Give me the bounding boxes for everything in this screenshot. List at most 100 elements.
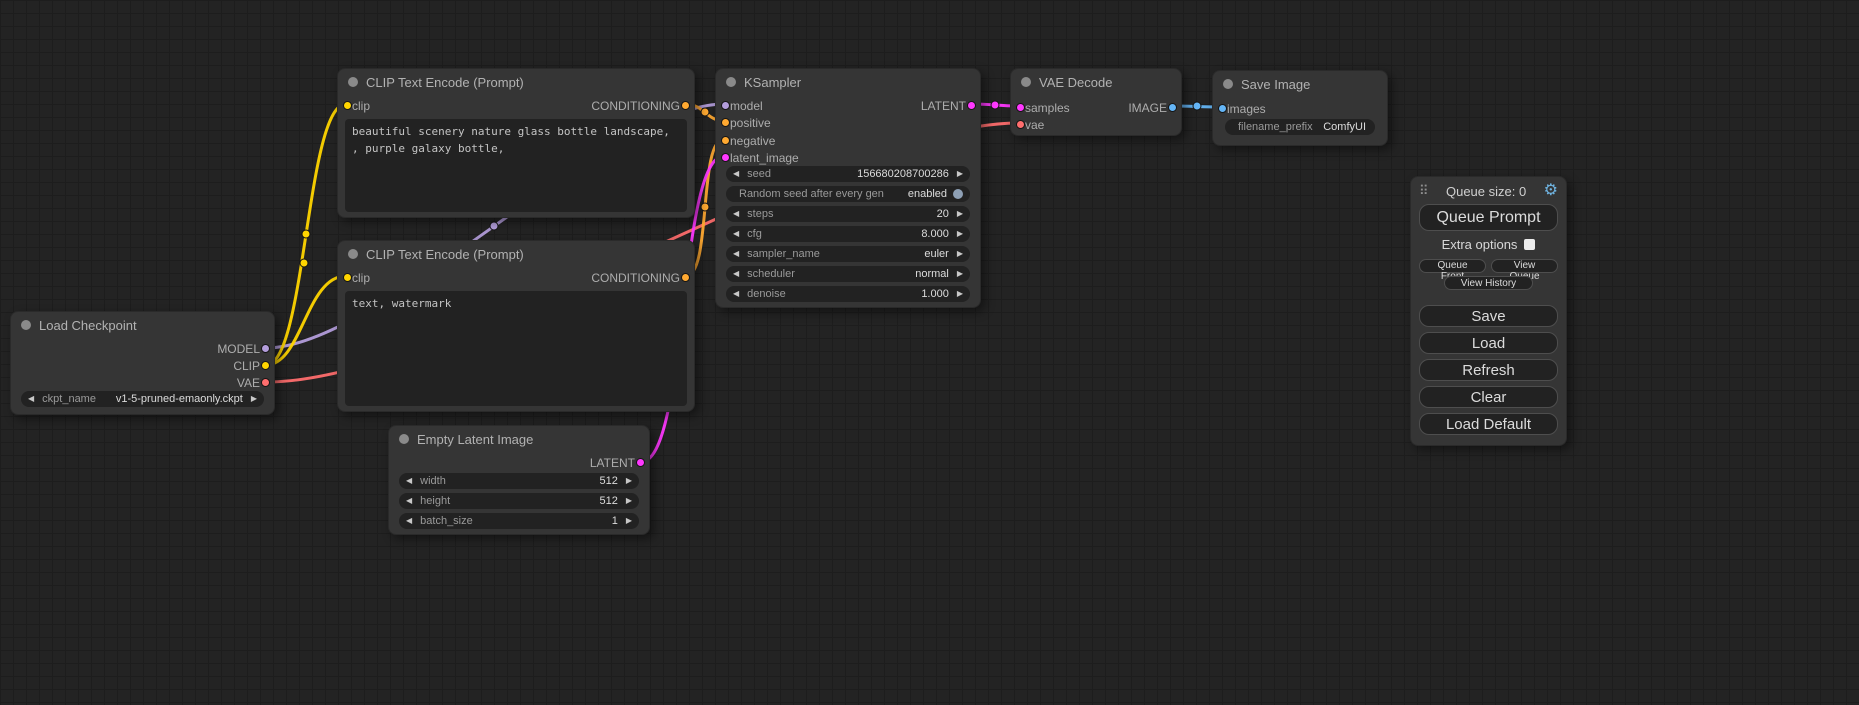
- slot-label: clip: [352, 99, 370, 113]
- decrement-arrow-icon[interactable]: ◀: [406, 477, 412, 485]
- port-clip-input[interactable]: [343, 273, 352, 282]
- increment-arrow-icon[interactable]: ▶: [957, 210, 963, 218]
- port-conditioning-output[interactable]: [681, 273, 690, 282]
- drag-handle-icon[interactable]: ⠿: [1419, 183, 1429, 199]
- collapse-dot-icon[interactable]: [348, 77, 358, 87]
- increment-arrow-icon[interactable]: ▶: [626, 517, 632, 525]
- collapse-dot-icon[interactable]: [348, 249, 358, 259]
- decrement-arrow-icon[interactable]: ◀: [406, 517, 412, 525]
- slot-label: negative: [730, 134, 775, 148]
- decrement-arrow-icon[interactable]: ◀: [733, 210, 739, 218]
- slot-label: CLIP: [233, 359, 260, 373]
- port-latent-output[interactable]: [636, 458, 645, 467]
- slot-label: clip: [352, 271, 370, 285]
- port-negative-input[interactable]: [721, 136, 730, 145]
- node-clip-text-encode-negative[interactable]: CLIP Text Encode (Prompt) clip CONDITION…: [337, 240, 695, 412]
- increment-arrow-icon[interactable]: ▶: [957, 170, 963, 178]
- spacer: [1419, 290, 1558, 300]
- widget-random-seed-toggle[interactable]: Random seed after every gen enabled: [726, 186, 970, 202]
- port-image-output[interactable]: [1168, 103, 1177, 112]
- widget-width[interactable]: ◀ width 512 ▶: [399, 473, 639, 489]
- output-slot-clip: CLIP: [11, 357, 274, 374]
- node-title-bar[interactable]: Load Checkpoint: [11, 312, 274, 338]
- save-button[interactable]: Save: [1419, 305, 1558, 327]
- collapse-dot-icon[interactable]: [726, 77, 736, 87]
- port-images-input[interactable]: [1218, 104, 1227, 113]
- increment-arrow-icon[interactable]: ▶: [626, 477, 632, 485]
- settings-gear-icon[interactable]: ⚙: [1544, 183, 1558, 199]
- node-title-bar[interactable]: CLIP Text Encode (Prompt): [338, 69, 694, 95]
- port-positive-input[interactable]: [721, 118, 730, 127]
- port-latent-output[interactable]: [967, 101, 976, 110]
- link-midpoint-dot: [991, 101, 999, 109]
- widget-denoise[interactable]: ◀ denoise 1.000 ▶: [726, 286, 970, 302]
- decrement-arrow-icon[interactable]: ◀: [733, 230, 739, 238]
- view-queue-button[interactable]: View Queue: [1491, 259, 1558, 273]
- widget-steps[interactable]: ◀ steps 20 ▶: [726, 206, 970, 222]
- node-title-bar[interactable]: Empty Latent Image: [389, 426, 649, 452]
- decrement-arrow-icon[interactable]: ◀: [733, 170, 739, 178]
- port-vae-output[interactable]: [261, 378, 270, 387]
- port-latent-image-input[interactable]: [721, 153, 730, 162]
- increment-arrow-icon[interactable]: ▶: [957, 290, 963, 298]
- node-load-checkpoint[interactable]: Load Checkpoint MODEL CLIP VAE ◀ ckpt_na…: [10, 311, 275, 415]
- node-empty-latent-image[interactable]: Empty Latent Image LATENT ◀ width 512 ▶ …: [388, 425, 650, 535]
- decrement-arrow-icon[interactable]: ◀: [406, 497, 412, 505]
- view-history-button[interactable]: View History: [1444, 276, 1533, 290]
- queue-panel-header: ⠿ Queue size: 0 ⚙: [1419, 183, 1558, 199]
- port-clip-output[interactable]: [261, 361, 270, 370]
- increment-arrow-icon[interactable]: ▶: [957, 270, 963, 278]
- node-title: CLIP Text Encode (Prompt): [366, 247, 524, 262]
- node-title-bar[interactable]: CLIP Text Encode (Prompt): [338, 241, 694, 267]
- collapse-dot-icon[interactable]: [399, 434, 409, 444]
- collapse-dot-icon[interactable]: [1021, 77, 1031, 87]
- widget-value: 8.000: [921, 228, 949, 240]
- node-clip-text-encode-positive[interactable]: CLIP Text Encode (Prompt) clip CONDITION…: [337, 68, 695, 218]
- port-model-output[interactable]: [261, 344, 270, 353]
- positive-prompt-textarea[interactable]: beautiful scenery nature glass bottle la…: [345, 119, 687, 212]
- negative-prompt-textarea[interactable]: text, watermark: [345, 291, 687, 406]
- node-title-bar[interactable]: VAE Decode: [1011, 69, 1181, 95]
- port-samples-input[interactable]: [1016, 103, 1025, 112]
- input-slot-vae: vae: [1011, 116, 1181, 133]
- load-button[interactable]: Load: [1419, 332, 1558, 354]
- decrement-arrow-icon[interactable]: ◀: [733, 250, 739, 258]
- collapse-dot-icon[interactable]: [1223, 79, 1233, 89]
- port-model-input[interactable]: [721, 101, 730, 110]
- slot-label: latent_image: [730, 151, 799, 165]
- node-vae-decode[interactable]: VAE Decode samples IMAGE vae: [1010, 68, 1182, 136]
- collapse-dot-icon[interactable]: [21, 320, 31, 330]
- increment-arrow-icon[interactable]: ▶: [626, 497, 632, 505]
- load-default-button[interactable]: Load Default: [1419, 413, 1558, 435]
- node-ksampler[interactable]: KSampler model LATENT positive negative …: [715, 68, 981, 308]
- toggle-knob[interactable]: [953, 189, 963, 199]
- clear-button[interactable]: Clear: [1419, 386, 1558, 408]
- decrement-arrow-icon[interactable]: ◀: [733, 290, 739, 298]
- extra-options-checkbox[interactable]: [1524, 239, 1535, 250]
- decrement-arrow-icon[interactable]: ◀: [733, 270, 739, 278]
- port-vae-input[interactable]: [1016, 120, 1025, 129]
- port-conditioning-output[interactable]: [681, 101, 690, 110]
- queue-front-button[interactable]: Queue Front: [1419, 259, 1486, 273]
- link-midpoint-dot: [300, 259, 308, 267]
- node-save-image[interactable]: Save Image images filename_prefix ComfyU…: [1212, 70, 1388, 146]
- node-graph-canvas[interactable]: Load Checkpoint MODEL CLIP VAE ◀ ckpt_na…: [0, 0, 1859, 705]
- widget-ckpt-name[interactable]: ◀ ckpt_name v1-5-pruned-emaonly.ckpt ▶: [21, 391, 264, 407]
- node-title-bar[interactable]: KSampler: [716, 69, 980, 95]
- widget-batch-size[interactable]: ◀ batch_size 1 ▶: [399, 513, 639, 529]
- increment-arrow-icon[interactable]: ▶: [957, 250, 963, 258]
- widget-height[interactable]: ◀ height 512 ▶: [399, 493, 639, 509]
- port-clip-input[interactable]: [343, 101, 352, 110]
- increment-arrow-icon[interactable]: ▶: [957, 230, 963, 238]
- widget-scheduler[interactable]: ◀ scheduler normal ▶: [726, 266, 970, 282]
- widget-cfg[interactable]: ◀ cfg 8.000 ▶: [726, 226, 970, 242]
- queue-prompt-button[interactable]: Queue Prompt: [1419, 204, 1558, 231]
- widget-sampler-name[interactable]: ◀ sampler_name euler ▶: [726, 246, 970, 262]
- increment-arrow-icon[interactable]: ▶: [251, 395, 257, 403]
- node-title-bar[interactable]: Save Image: [1213, 71, 1387, 97]
- widget-filename-prefix[interactable]: filename_prefix ComfyUI: [1225, 119, 1375, 135]
- refresh-button[interactable]: Refresh: [1419, 359, 1558, 381]
- decrement-arrow-icon[interactable]: ◀: [28, 395, 34, 403]
- widget-seed[interactable]: ◀ seed 156680208700286 ▶: [726, 166, 970, 182]
- node-title: Empty Latent Image: [417, 432, 533, 447]
